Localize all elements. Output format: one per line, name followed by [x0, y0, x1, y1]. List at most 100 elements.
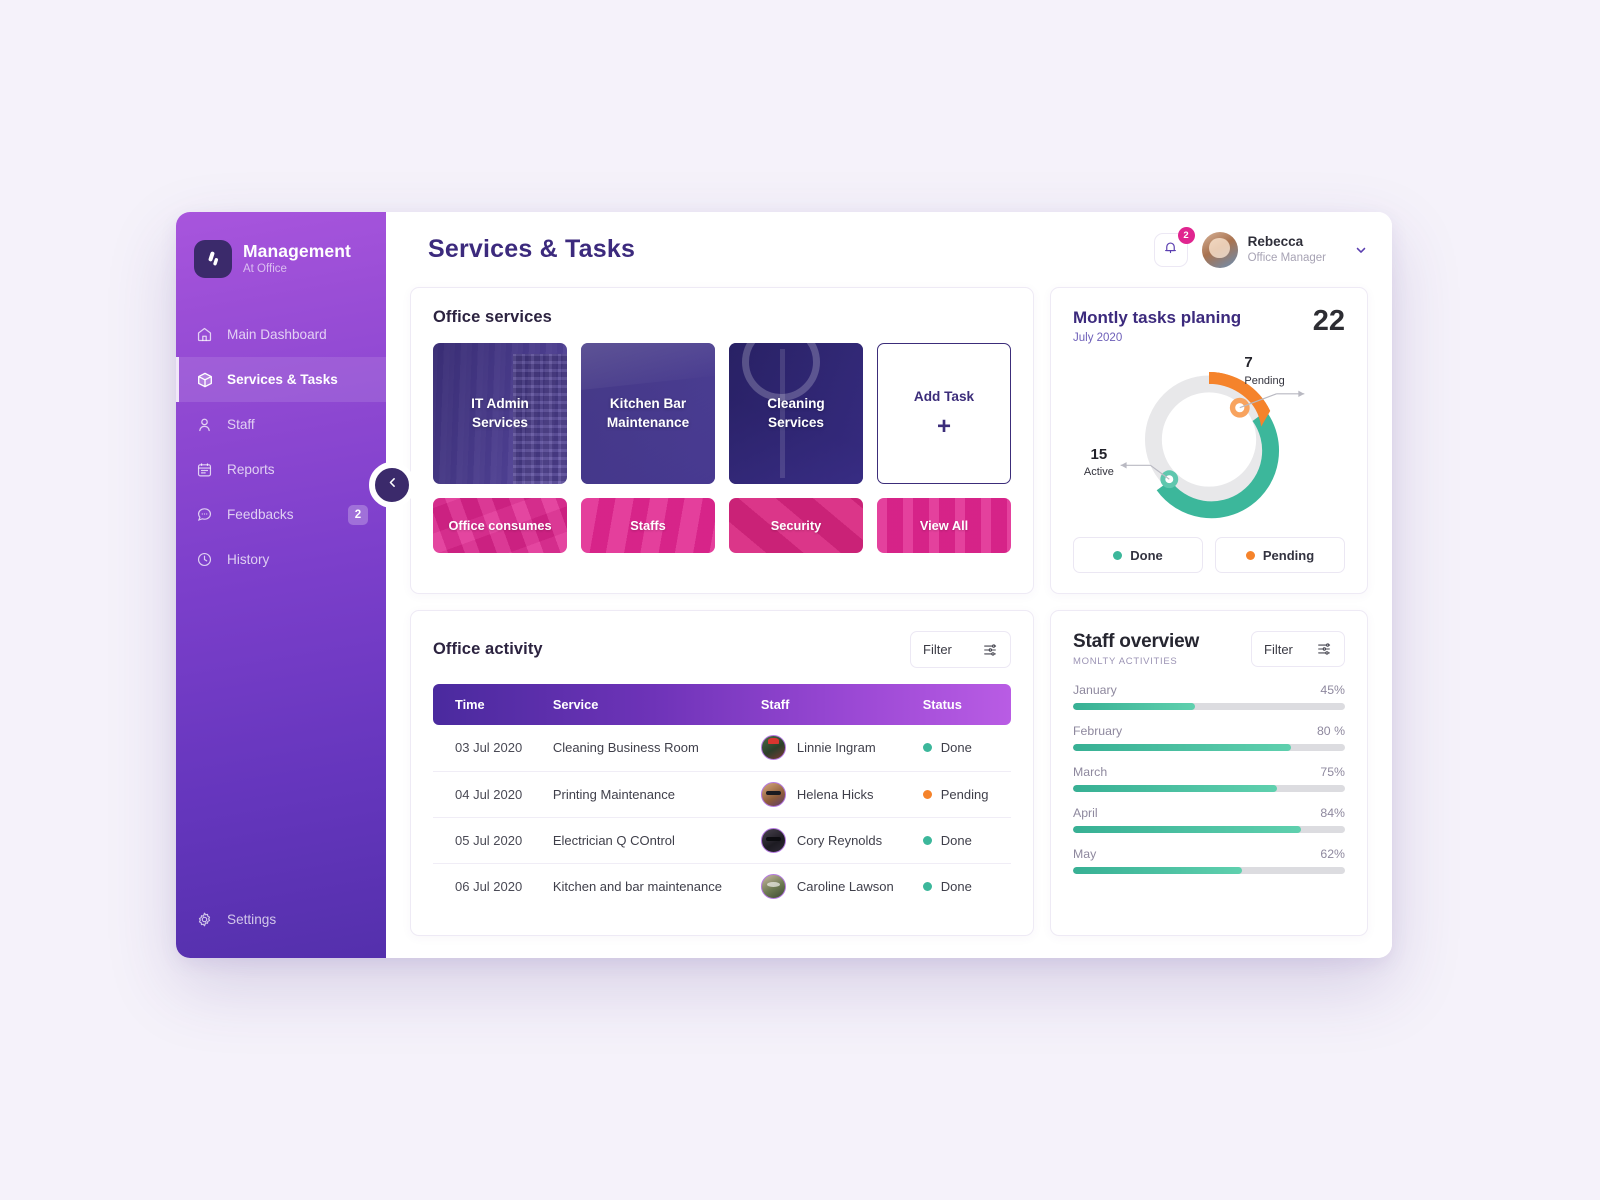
sidebar-item-main-dashboard[interactable]: Main Dashboard [176, 312, 386, 357]
service-tile-it-admin[interactable]: IT Admin Services [433, 343, 567, 484]
legend-pending[interactable]: Pending [1215, 537, 1345, 573]
quick-tile-security[interactable]: Security [729, 498, 863, 553]
topbar-right: 2 Rebecca Office Manager [1153, 226, 1368, 268]
donut-chart-svg [1120, 371, 1305, 519]
avatar [760, 735, 786, 761]
sidebar-item-label: Staff [227, 417, 255, 432]
cell-service: Kitchen and bar maintenance [542, 863, 751, 909]
user-menu[interactable]: Rebecca Office Manager [1201, 231, 1368, 268]
staff-overview-row: January 45% [1073, 683, 1345, 710]
sidebar-item-label: Services & Tasks [227, 372, 338, 387]
quick-tile-staffs[interactable]: Staffs [581, 498, 715, 553]
status-badge: Done [940, 878, 972, 894]
month-label: May [1073, 847, 1097, 861]
activity-filter-button[interactable]: Filter [910, 631, 1011, 668]
gear-icon [195, 910, 214, 929]
table-row[interactable]: 04 Jul 2020 Printing Maintenance Helena … [433, 771, 1011, 818]
quick-tile-view-all[interactable]: View All [877, 498, 1011, 553]
monthly-tasks-card: Montly tasks planing July 2020 22 7 Pend… [1050, 287, 1368, 594]
sidebar-item-label: Feedbacks [227, 507, 294, 522]
service-tile-label: IT Admin Services [471, 395, 529, 430]
sidebar-item-staff[interactable]: Staff [176, 402, 386, 447]
legend-done[interactable]: Done [1073, 537, 1203, 573]
callout-pending: 7 Pending [1244, 355, 1284, 387]
staff-overview-row: April 84% [1073, 806, 1345, 833]
month-percent: 62% [1320, 847, 1345, 861]
callout-pending-label: Pending [1244, 374, 1285, 387]
activity-table: Time Service Staff Status 03 Jul 2020 Cl… [433, 684, 1011, 909]
quick-tile-label: Staffs [630, 518, 666, 533]
month-label: March [1073, 765, 1108, 779]
user-icon [195, 415, 214, 434]
activity-table-body: 03 Jul 2020 Cleaning Business Room Linni… [433, 725, 1011, 909]
user-name: Rebecca [1247, 233, 1304, 249]
notification-badge: 2 [1177, 226, 1195, 244]
service-tile-cleaning[interactable]: Cleaning Services [729, 343, 863, 484]
staff-overview-row: May 62% [1073, 847, 1345, 874]
cell-service: Cleaning Business Room [542, 725, 751, 772]
staff-filter-label: Filter [1264, 641, 1293, 657]
cell-status: Done [912, 725, 1011, 772]
sidebar-nav: Main Dashboard Services & Tasks Staff Re… [176, 312, 386, 582]
add-task-tile[interactable]: Add Task + [877, 343, 1011, 484]
progress-fill [1073, 744, 1291, 751]
user-role: Office Manager [1247, 251, 1326, 264]
sidebar-item-feedbacks[interactable]: Feedbacks 2 [176, 492, 386, 537]
callout-active-value: 15 [1090, 445, 1108, 463]
column-header-status: Status [922, 697, 962, 712]
callout-active: 15 Active [1084, 445, 1114, 478]
progress-fill [1073, 785, 1277, 792]
service-tile-kitchen-bar[interactable]: Kitchen Bar Maintenance [581, 343, 715, 484]
monthly-tasks-title: Montly tasks planing [1073, 308, 1242, 327]
cell-time: 03 Jul 2020 [433, 725, 543, 772]
month-percent: 75% [1320, 765, 1345, 779]
home-icon [195, 325, 214, 344]
staff-overview-list: January 45% February 80 % March 75% Apri… [1073, 683, 1345, 874]
sidebar-item-label: Reports [227, 462, 275, 477]
progress-track [1073, 744, 1345, 751]
chevron-down-icon[interactable] [1354, 243, 1368, 257]
sliders-icon [1316, 641, 1332, 657]
quick-tile-label: View All [919, 518, 969, 533]
cell-service: Printing Maintenance [542, 771, 751, 818]
month-percent: 84% [1320, 806, 1345, 820]
clock-icon [195, 550, 214, 569]
monthly-tasks-period: July 2020 [1073, 332, 1123, 344]
slash-logo-icon [194, 240, 232, 278]
chevron-left-icon [386, 476, 399, 494]
chat-icon [195, 505, 214, 524]
cell-staff: Helena Hicks [750, 771, 913, 818]
legend-pending-label: Pending [1262, 547, 1315, 563]
cell-status: Done [912, 817, 1011, 864]
table-row[interactable]: 03 Jul 2020 Cleaning Business Room Linni… [433, 725, 1011, 772]
sidebar-badge-feedbacks: 2 [348, 504, 368, 525]
brand-title: Management [243, 241, 351, 262]
avatar [760, 827, 786, 853]
avatar [760, 873, 786, 899]
office-services-title: Office services [433, 308, 552, 326]
table-row[interactable]: 05 Jul 2020 Electrician Q COntrol Cory R… [433, 817, 1011, 864]
office-activity-title: Office activity [433, 640, 543, 658]
brand: Management At Office [176, 212, 386, 286]
month-percent: 80 % [1316, 724, 1345, 738]
table-row[interactable]: 06 Jul 2020 Kitchen and bar maintenance … [433, 863, 1011, 909]
sidebar-item-history[interactable]: History [176, 537, 386, 582]
sidebar-item-services-tasks[interactable]: Services & Tasks [176, 357, 386, 402]
sidebar-item-settings[interactable]: Settings [176, 897, 386, 942]
staff-name: Linnie Ingram [796, 740, 876, 756]
topbar: Services & Tasks 2 Rebecca Office Manage… [386, 212, 1392, 287]
staff-filter-button[interactable]: Filter [1251, 631, 1345, 667]
staff-overview-row: March 75% [1073, 765, 1345, 792]
sidebar-collapse-button[interactable] [369, 462, 415, 508]
sidebar-item-reports[interactable]: Reports [176, 447, 386, 492]
cell-time: 05 Jul 2020 [433, 817, 543, 864]
staff-name: Helena Hicks [796, 786, 874, 802]
cell-time: 06 Jul 2020 [433, 863, 543, 909]
column-header-service: Service [552, 697, 599, 712]
quick-tile-office-consumes[interactable]: Office consumes [433, 498, 567, 553]
table-header-row: Time Service Staff Status [433, 684, 1011, 725]
office-activity-header: Office activity Filter [433, 631, 1011, 668]
progress-track [1073, 867, 1345, 874]
sidebar-bottom: Settings [176, 897, 386, 958]
status-badge: Done [940, 740, 972, 756]
